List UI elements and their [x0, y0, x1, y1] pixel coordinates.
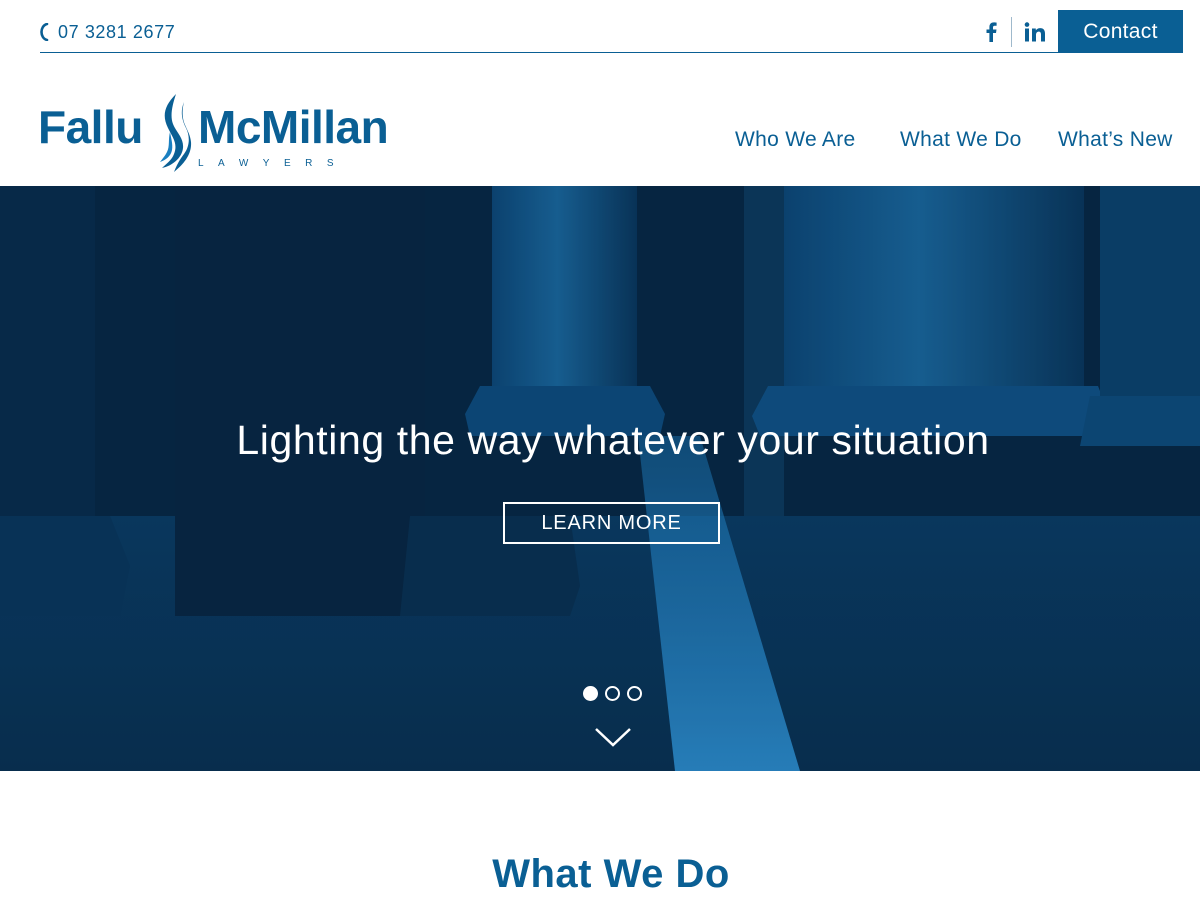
nav-whats-new[interactable]: What’s New [1058, 128, 1173, 152]
phone-number-link[interactable]: 07 3281 2677 [40, 20, 175, 44]
phone-number: 07 3281 2677 [58, 21, 176, 42]
slider-dot-1[interactable] [583, 686, 598, 701]
flame-icon [160, 94, 192, 172]
top-bar: 07 3281 2677 Contact [0, 0, 1200, 53]
logo-word-fallu: Fallu [38, 101, 143, 153]
logo[interactable]: Fallu McMillan LAWYERS [38, 92, 418, 174]
nav-who-we-are[interactable]: Who We Are [735, 128, 856, 152]
logo-subtitle: LAWYERS [198, 158, 349, 169]
facebook-icon [986, 22, 997, 42]
hero-title: Lighting the way whatever your situation [236, 417, 990, 463]
section-title: What We Do [492, 852, 730, 896]
nav-what-we-do[interactable]: What We Do [900, 128, 1022, 152]
linkedin-icon [1024, 22, 1045, 42]
linkedin-link[interactable] [1019, 16, 1051, 48]
slider-dot-3[interactable] [627, 686, 642, 701]
social-divider [1011, 17, 1012, 47]
contact-button[interactable]: Contact [1058, 10, 1183, 53]
chevron-down-icon[interactable] [594, 726, 632, 748]
hero-banner: Lighting the way whatever your situation… [0, 186, 1200, 771]
hero-background-image [0, 186, 1200, 771]
logo-word-mcmillan: McMillan [198, 101, 389, 153]
facebook-link[interactable] [976, 16, 1006, 48]
learn-more-button[interactable]: LEARN MORE [503, 502, 720, 544]
top-divider [40, 52, 1058, 53]
phone-icon [40, 23, 49, 41]
slider-dot-2[interactable] [605, 686, 620, 701]
